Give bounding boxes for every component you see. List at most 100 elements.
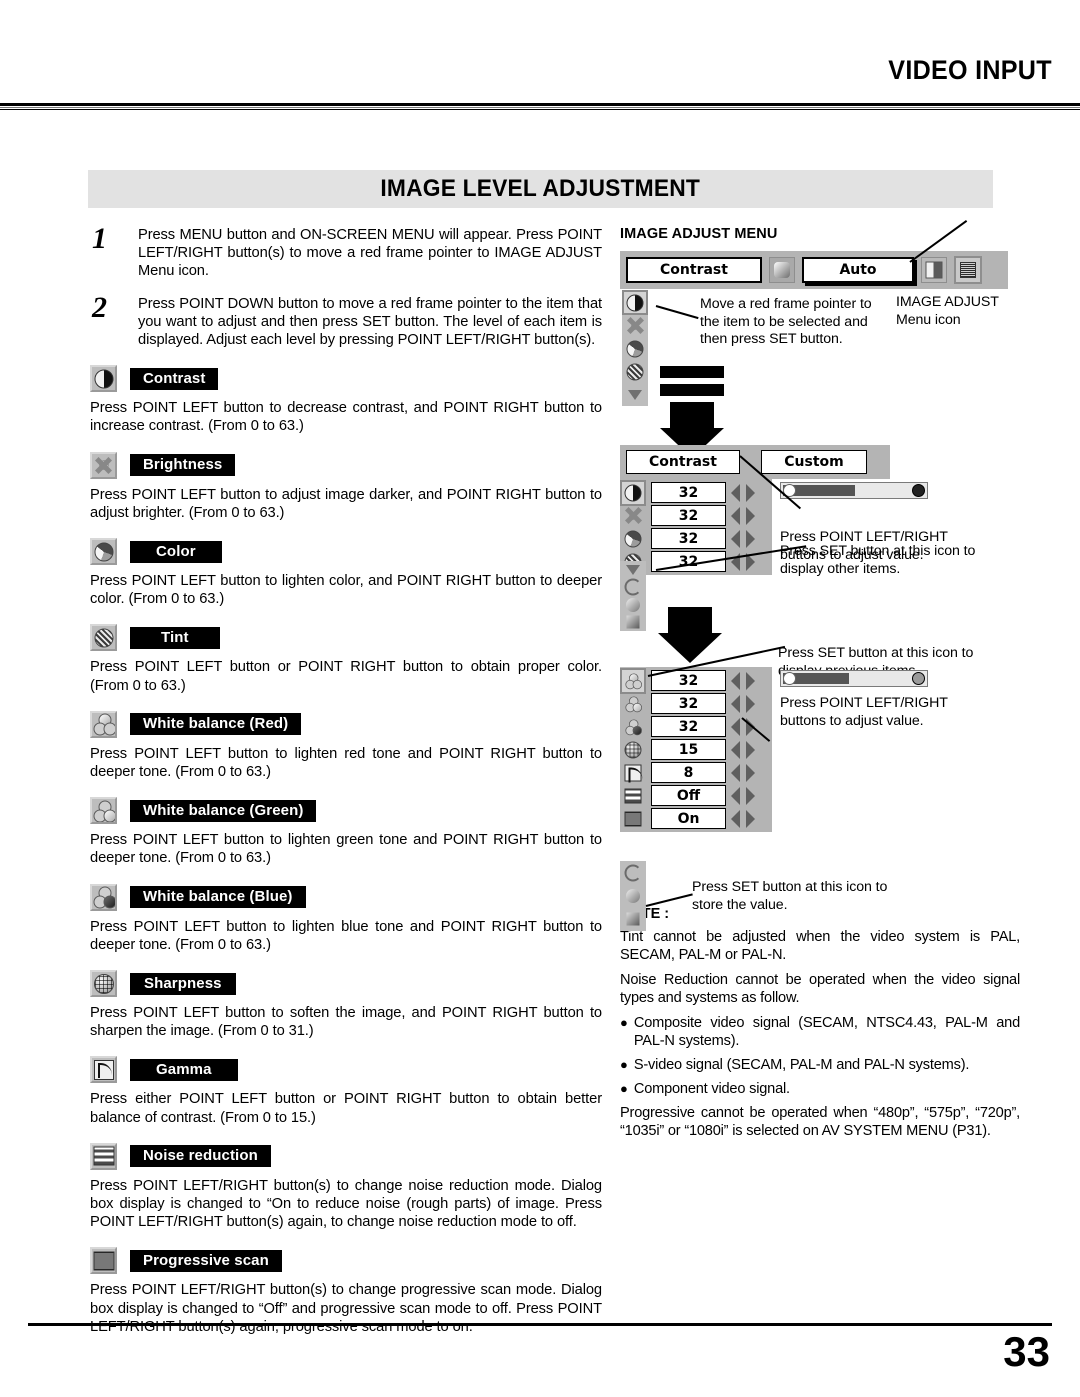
manual-page: VIDEO INPUT IMAGE LEVEL ADJUSTMENT 1 Pre…: [0, 0, 1080, 1397]
item-tint: Tint Press POINT LEFT button or POINT RI…: [90, 624, 602, 694]
note-block: NOTE : Tint cannot be adjusted when the …: [620, 906, 1020, 1140]
item-label: Noise reduction: [130, 1145, 271, 1168]
adjust-arrows-icon[interactable]: [731, 694, 755, 713]
sharpness-icon[interactable]: [622, 739, 644, 761]
white-balance-green-icon[interactable]: [622, 693, 644, 715]
value-field[interactable]: 8: [651, 762, 726, 783]
brightness-icon: [90, 451, 117, 479]
value-field[interactable]: 32: [651, 716, 726, 737]
reset-icon[interactable]: [622, 862, 644, 883]
value-field[interactable]: 15: [651, 739, 726, 760]
value-row[interactable]: On: [620, 807, 772, 830]
item-label: Gamma: [130, 1058, 238, 1081]
contrast-icon[interactable]: [622, 290, 648, 315]
step-number: 1: [92, 222, 107, 255]
section-title: IMAGE LEVEL ADJUSTMENT: [380, 175, 701, 202]
color-icon[interactable]: [622, 528, 644, 550]
store-icon[interactable]: [622, 597, 644, 613]
item-text: Press POINT LEFT button to adjust image …: [90, 486, 602, 521]
white-balance-red-icon[interactable]: [620, 667, 646, 694]
value-row[interactable]: 32: [620, 667, 772, 694]
diagram-panel-1: Move a red frame pointer to the item to …: [620, 220, 1020, 458]
reset-icon[interactable]: [622, 578, 644, 596]
note-bullet: ● Component video signal.: [620, 1080, 1020, 1098]
next-page-icon[interactable]: [624, 384, 646, 405]
value-field[interactable]: On: [651, 808, 726, 829]
flow-arrow-down: [658, 607, 722, 663]
white-balance-blue-icon[interactable]: [622, 716, 644, 738]
item-brightness: Brightness Press POINT LEFT button to ad…: [90, 451, 602, 522]
item-text: Press POINT LEFT button to lighten color…: [90, 573, 602, 608]
dialog-mode-field[interactable]: Custom: [761, 450, 867, 474]
diagram-panel-2: Contrast Custom 32 32 32 32 Press POINT …: [620, 445, 1020, 663]
leader-line: [645, 893, 693, 907]
value-field[interactable]: 32: [651, 505, 726, 526]
adjust-arrows-icon[interactable]: [731, 809, 755, 828]
value-field[interactable]: 32: [651, 693, 726, 714]
white-balance-green-icon: [90, 797, 117, 825]
progressive-scan-icon[interactable]: [622, 808, 644, 830]
item-label: Sharpness: [130, 972, 236, 995]
item-text: Press POINT LEFT button to decrease cont…: [90, 400, 602, 435]
item-color: Color Press POINT LEFT button to lighten…: [90, 538, 602, 608]
value-row[interactable]: 32: [620, 479, 772, 506]
brightness-icon[interactable]: [624, 315, 646, 336]
gamma-icon: [90, 1056, 117, 1084]
tint-icon[interactable]: [624, 361, 646, 382]
progressive-scan-icon: [90, 1247, 117, 1275]
white-balance-red-icon: [90, 710, 117, 738]
value-row[interactable]: 32: [620, 715, 772, 738]
value-row[interactable]: 32: [620, 527, 772, 550]
value-slider[interactable]: [780, 670, 928, 687]
osd-icon-strip-tail: [620, 561, 646, 631]
step-1: 1 Press MENU button and ON-SCREEN MENU w…: [90, 222, 602, 281]
adjust-arrows-icon[interactable]: [731, 483, 755, 502]
step-2: 2 Press POINT DOWN button to move a red …: [90, 291, 602, 350]
item-white-balance-blue: White balance (Blue) Press POINT LEFT bu…: [90, 883, 602, 954]
contrast-icon[interactable]: [620, 479, 646, 506]
value-row[interactable]: 32: [620, 692, 772, 715]
noise-reduction-icon[interactable]: [622, 785, 644, 807]
auto-field[interactable]: Auto: [802, 257, 914, 283]
store-icon[interactable]: [622, 885, 644, 906]
image-adjust-icon[interactable]: [954, 256, 982, 284]
adjust-arrows-icon[interactable]: [731, 763, 755, 782]
value-row[interactable]: 15: [620, 738, 772, 761]
color-icon: [90, 538, 117, 566]
quit-icon[interactable]: [622, 615, 644, 631]
value-field[interactable]: 32: [651, 482, 726, 503]
dialog-title-field: Contrast: [626, 450, 740, 474]
page-number: 33: [1003, 1328, 1050, 1375]
item-text: Press POINT LEFT/RIGHT button(s) to chan…: [90, 1177, 602, 1231]
value-field[interactable]: Off: [651, 785, 726, 806]
step-number: 2: [92, 290, 107, 324]
item-gamma: Gamma Press either POINT LEFT button or …: [90, 1056, 602, 1126]
value-row[interactable]: 8: [620, 761, 772, 784]
brightness-icon[interactable]: [622, 505, 644, 527]
adjust-arrows-icon[interactable]: [731, 740, 755, 759]
item-text: Press POINT LEFT button to lighten blue …: [90, 918, 602, 953]
adjust-arrows-icon[interactable]: [731, 671, 755, 690]
value-field[interactable]: 32: [651, 528, 726, 549]
diagram-panel-3: Press SET button at this icon to display…: [620, 645, 1020, 931]
value-row[interactable]: 32: [620, 504, 772, 527]
value-slider[interactable]: [780, 482, 928, 499]
color-icon[interactable]: [624, 338, 646, 359]
shuffle-icon[interactable]: [769, 257, 795, 283]
adjust-arrows-icon[interactable]: [731, 786, 755, 805]
adjust-arrows-icon[interactable]: [731, 506, 755, 525]
item-label: Tint: [130, 626, 220, 649]
item-text: Press either POINT LEFT button or POINT …: [90, 1091, 602, 1126]
step-text: Press POINT DOWN button to move a red fr…: [138, 295, 602, 349]
next-page-icon[interactable]: [622, 562, 644, 578]
adjust-arrows-icon[interactable]: [731, 529, 755, 548]
quit-icon[interactable]: [622, 909, 644, 930]
value-row[interactable]: Off: [620, 784, 772, 807]
image-icon[interactable]: [921, 257, 947, 283]
gamma-icon[interactable]: [622, 762, 644, 784]
tint-icon: [90, 624, 117, 652]
osd-menu-bar: Contrast Auto: [620, 251, 1008, 289]
item-label: Brightness: [130, 454, 236, 477]
bullet-dot-icon: ●: [620, 1057, 628, 1072]
page-header-title: VIDEO INPUT: [888, 55, 1052, 85]
